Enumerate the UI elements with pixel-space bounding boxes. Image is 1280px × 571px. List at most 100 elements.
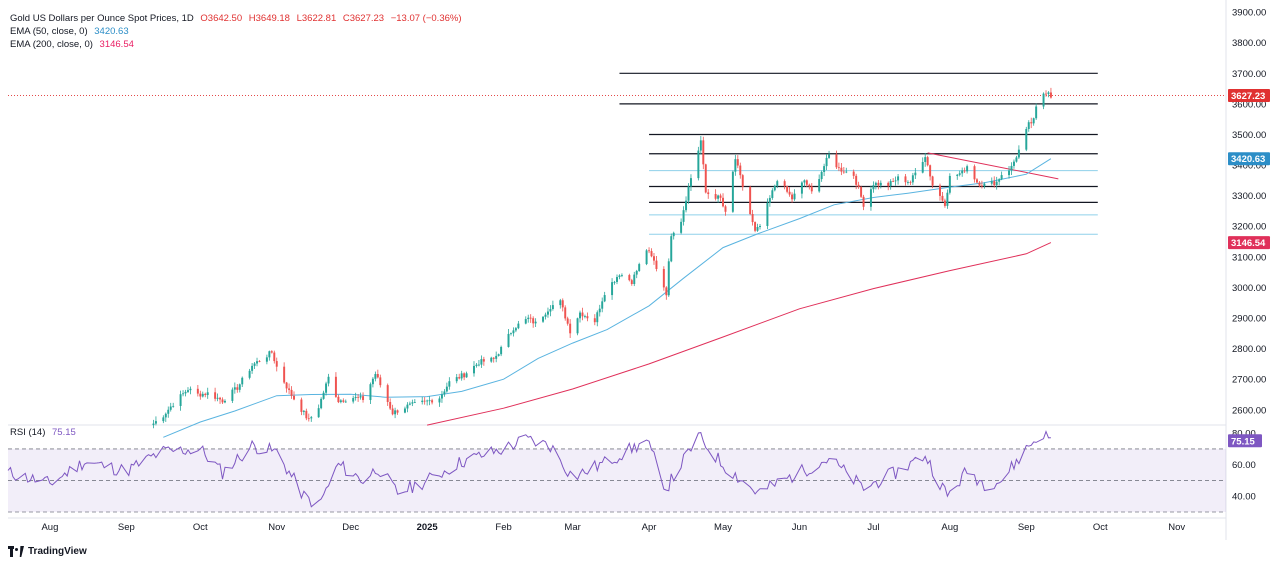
candle-body [527,317,530,320]
candle-body [233,387,236,390]
y-tick-label: 2800.00 [1232,344,1266,355]
candle-body [993,181,996,186]
candle-body [670,236,673,262]
candle-body [285,382,288,389]
candle-body [810,186,813,192]
candle-body [739,165,742,176]
candle-body [722,197,725,207]
candle-body [241,377,244,385]
ema50-value: 3420.63 [94,26,129,37]
candle-body [270,351,273,353]
candle-body [579,312,582,319]
candle-body [344,401,347,403]
candle-body [672,232,675,237]
candle-body [408,403,411,405]
candle-body [911,175,914,183]
candle-body [820,171,823,180]
candle-body [1032,118,1035,124]
candle-body [650,251,653,257]
candle-body [423,400,426,402]
candle-body [273,352,276,362]
candle-body [406,404,409,409]
x-tick-label: May [714,522,732,533]
candle-body [458,377,461,379]
candle-body [327,376,330,384]
candle-body [199,393,202,397]
candle-body [685,200,688,211]
x-tick-label: Apr [642,522,657,533]
candle-body [223,400,226,403]
candle-body [251,365,254,371]
x-tick-label: Aug [941,522,958,533]
candle-body [492,357,495,359]
candle-body [1042,93,1045,107]
candle-body [791,194,794,200]
candle-body [894,180,897,182]
y-tick-label: 3900.00 [1232,8,1266,19]
candle-body [754,222,757,231]
candle-body [593,318,596,323]
tradingview-footer[interactable]: TradingView [8,546,87,557]
candle-body [403,408,406,413]
candle-body [426,400,429,402]
candle-body [983,183,986,186]
candle-body [1027,122,1030,129]
candle-body [655,260,658,269]
candle-body [877,182,880,186]
candle-body [1049,92,1052,98]
candle-body [800,182,803,194]
candle-body [645,250,648,265]
candle-body [564,307,567,319]
y-tick-label: 3100.00 [1232,252,1266,263]
candle-body [665,287,668,296]
candle-body [369,384,372,401]
candle-body [635,270,638,275]
candle-body [741,175,744,187]
candle-body [611,282,614,296]
x-tick-label: Oct [1093,522,1108,533]
candle-body [961,170,964,174]
candle-body [845,171,848,173]
candle-body [305,410,308,419]
candle-body [926,157,929,166]
candle-body [652,256,655,261]
candle-body [534,321,537,324]
candle-body [352,398,355,402]
x-tick-label: Feb [495,522,511,533]
candle-body [628,275,631,281]
candle-body [307,418,310,420]
candle-body [771,190,774,198]
candle-body [956,174,959,176]
rsi-tick-label: 60.00 [1232,460,1256,471]
legend-title: Gold US Dollars per Ounce Spot Prices, 1… [10,13,194,24]
candle-body [438,398,441,403]
candle-body [803,180,806,183]
x-tick-label: Aug [41,522,58,533]
candle-body [509,333,512,335]
candle-body [320,398,323,409]
candle-body [601,301,604,309]
legend-high: H3649.18 [248,13,290,24]
candle-body [874,182,877,186]
candle-body [990,181,993,184]
candle-body [1015,157,1018,162]
candle-body [734,159,737,172]
candle-body [717,195,720,199]
candle-body [825,157,828,167]
candle-body [532,318,535,324]
x-tick-label: Nov [268,522,285,533]
candle-body [613,281,616,283]
candle-body [322,392,325,399]
candle-body [167,409,170,414]
candle-body [906,182,909,183]
candle-body [731,171,734,212]
candle-body [206,392,209,396]
candle-body [455,377,458,382]
candle-body [374,374,377,379]
candle-body [941,195,944,201]
candle-body [169,406,172,410]
candle-body [598,308,601,313]
legend-close: C3627.23 [342,13,385,24]
y-tick-label: 3800.00 [1232,38,1266,49]
candle-body [376,374,379,378]
